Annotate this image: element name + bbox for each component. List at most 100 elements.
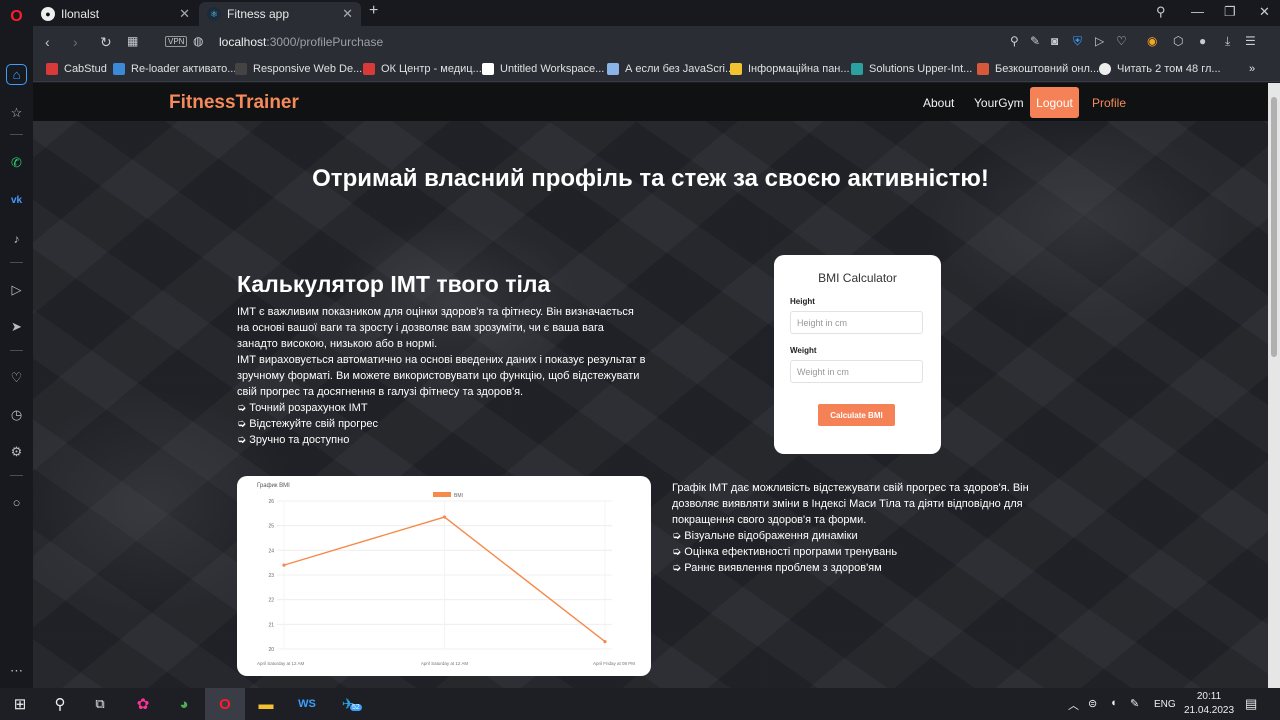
legend-label: BMI [454, 493, 463, 499]
whatsapp-icon[interactable]: ✆ [6, 152, 27, 173]
notifications-icon[interactable]: ▤ [1245, 696, 1257, 712]
nav-your-gym[interactable]: YourGym [974, 96, 1024, 110]
nav-about[interactable]: About [923, 96, 954, 110]
history-icon[interactable]: ◷ [6, 404, 27, 425]
player-icon[interactable]: ▷ [6, 279, 27, 300]
page-scrollbar[interactable] [1268, 83, 1280, 688]
tab-fitness-app[interactable]: ⚛ Fitness app ✕ [199, 2, 361, 26]
bmi-chart-card: График BMI BMI 26 25 24 23 22 21 20 April Saturda… [237, 476, 651, 676]
bookmark-item[interactable]: Безкоштовний онл... [977, 63, 1099, 75]
bookmark-label: А если без JavaScri... [625, 63, 735, 75]
bookmark-item[interactable]: ОК Центр - медиц... [363, 63, 482, 75]
tab-github[interactable]: ● Ilonalst ✕ [33, 2, 198, 26]
tab-title: Fitness app [227, 7, 290, 21]
legend-swatch [433, 492, 451, 497]
bmi-data-point [282, 563, 286, 567]
site-navbar: FitnessTrainer About YourGym Logout Prof… [33, 83, 1268, 121]
heart-icon[interactable]: ♡ [1116, 34, 1127, 48]
bookmark-label: Інформаційна пан... [748, 63, 850, 75]
opera-gx-icon[interactable]: ◉ [1147, 34, 1157, 48]
file-explorer-icon[interactable]: ▬ [246, 688, 286, 720]
logout-button[interactable]: Logout [1030, 87, 1079, 118]
reload-icon[interactable]: ↻ [100, 34, 112, 51]
cube-icon[interactable]: ⬡ [1173, 34, 1183, 48]
system-clock[interactable]: 20:11 21.04.2023 [1184, 690, 1234, 718]
speed-dial-icon[interactable]: ▦ [127, 34, 138, 48]
vpn-badge[interactable]: VPN [165, 36, 188, 47]
vk-icon[interactable]: vk [6, 190, 27, 211]
bookmark-item[interactable]: Читать 2 том 48 гл... [1099, 63, 1221, 75]
language-indicator[interactable]: ENG [1154, 699, 1176, 710]
url-path: :3000/profilePurchase [266, 35, 384, 49]
send-icon[interactable]: ▷ [1095, 34, 1104, 48]
bookmarks-more-button[interactable]: » [1249, 63, 1255, 75]
back-icon[interactable]: ‹ [45, 34, 50, 50]
heart-icon[interactable]: ♡ [6, 367, 27, 388]
forward-icon[interactable]: › [73, 34, 78, 50]
bookmark-icon [363, 63, 375, 75]
search-tabs-icon[interactable]: ⚲ [1156, 4, 1166, 20]
lightbulb-icon[interactable]: ○ [6, 492, 27, 513]
more-icon[interactable]: ⋯ [6, 660, 27, 681]
bookmark-item[interactable]: Інформаційна пан... [730, 63, 850, 75]
bookmark-item[interactable]: Untitled Workspace... [482, 63, 604, 75]
easy-setup-icon[interactable]: ☰ [1245, 34, 1256, 48]
telegram-icon[interactable]: ✈ 52 [328, 688, 368, 720]
home-icon[interactable]: ⌂ [6, 64, 27, 85]
url-field[interactable]: localhost:3000/profilePurchase [219, 35, 383, 49]
opera-icon[interactable]: O [205, 688, 245, 720]
bookmark-label: Re-loader активато... [131, 63, 237, 75]
close-window-icon[interactable]: ✕ [1259, 4, 1270, 20]
clock-date: 21.04.2023 [1184, 705, 1235, 716]
camera-icon[interactable]: ◙ [1051, 34, 1058, 48]
feature-bullet: ➭ Відстежуйте свій прогрес [237, 418, 379, 430]
close-tab-icon[interactable]: ✕ [342, 6, 353, 22]
minimize-icon[interactable]: — [1191, 4, 1204, 19]
bookmark-item[interactable]: CabStud [46, 63, 107, 75]
bookmark-label: Читать 2 том 48 гл... [1117, 63, 1221, 75]
telegram-badge: 52 [350, 704, 362, 711]
height-input[interactable] [790, 311, 923, 334]
network-icon[interactable]: ⊜ [1088, 697, 1097, 710]
search-icon[interactable]: ⚲ [40, 688, 80, 720]
calculator-description: ІМТ є важливим показником для оцінки здо… [237, 304, 647, 448]
webstorm-icon[interactable]: WS [287, 688, 327, 720]
new-tab-icon[interactable]: + [369, 2, 378, 20]
volume-icon[interactable]: ◖ [1110, 697, 1117, 709]
bookmark-item[interactable]: Re-loader активато... [113, 63, 236, 75]
tray-chevron-icon[interactable]: ︿ [1068, 697, 1079, 713]
calculate-bmi-button[interactable]: Calculate BMI [818, 404, 895, 426]
bookmark-icon [607, 63, 619, 75]
bookmark-item[interactable]: А если без JavaScri... [607, 63, 734, 75]
windows-start-icon[interactable]: ⊞ [0, 688, 40, 720]
bookmark-icon [46, 63, 58, 75]
nav-profile[interactable]: Profile [1092, 96, 1126, 110]
opera-logo-icon[interactable]: O [6, 6, 27, 27]
y-tick-label: 26 [268, 499, 274, 505]
search-icon[interactable]: ⚲ [1010, 34, 1019, 48]
bookmark-icon [113, 63, 125, 75]
shield-icon[interactable]: ⛨ [1073, 34, 1082, 49]
brand-logo[interactable]: FitnessTrainer [169, 92, 299, 114]
maximize-icon[interactable]: ❐ [1224, 4, 1236, 20]
settings-gear-icon[interactable]: ⚙ [6, 441, 27, 462]
tiktok-icon[interactable]: ♪ [6, 228, 27, 249]
address-bar: ‹ › ↻ ▦ VPN ◍ localhost:3000/profilePurc… [33, 26, 1280, 58]
task-view-icon[interactable]: ⧉ [80, 688, 120, 720]
weight-input[interactable] [790, 360, 923, 383]
edit-icon[interactable]: ✎ [1030, 34, 1040, 48]
scrollbar-thumb[interactable] [1271, 97, 1277, 357]
bookmark-item[interactable]: Responsive Web De... [235, 63, 362, 75]
y-tick-label: 25 [268, 524, 274, 530]
chrome-icon[interactable]: ◕ [164, 688, 204, 720]
avatar-icon[interactable]: ● [1199, 34, 1206, 48]
paint-icon[interactable]: ✿ [123, 688, 163, 720]
github-icon: ● [41, 7, 55, 21]
bookmark-label: Untitled Workspace... [500, 63, 605, 75]
bookmark-item[interactable]: Solutions Upper-Int... [851, 63, 972, 75]
close-tab-icon[interactable]: ✕ [179, 6, 190, 22]
download-icon[interactable]: ⤓ [1225, 34, 1230, 49]
pinboard-icon[interactable]: ☆ [6, 102, 27, 123]
pen-icon[interactable]: ✎ [1130, 697, 1139, 710]
send-icon[interactable]: ➤ [6, 316, 27, 337]
